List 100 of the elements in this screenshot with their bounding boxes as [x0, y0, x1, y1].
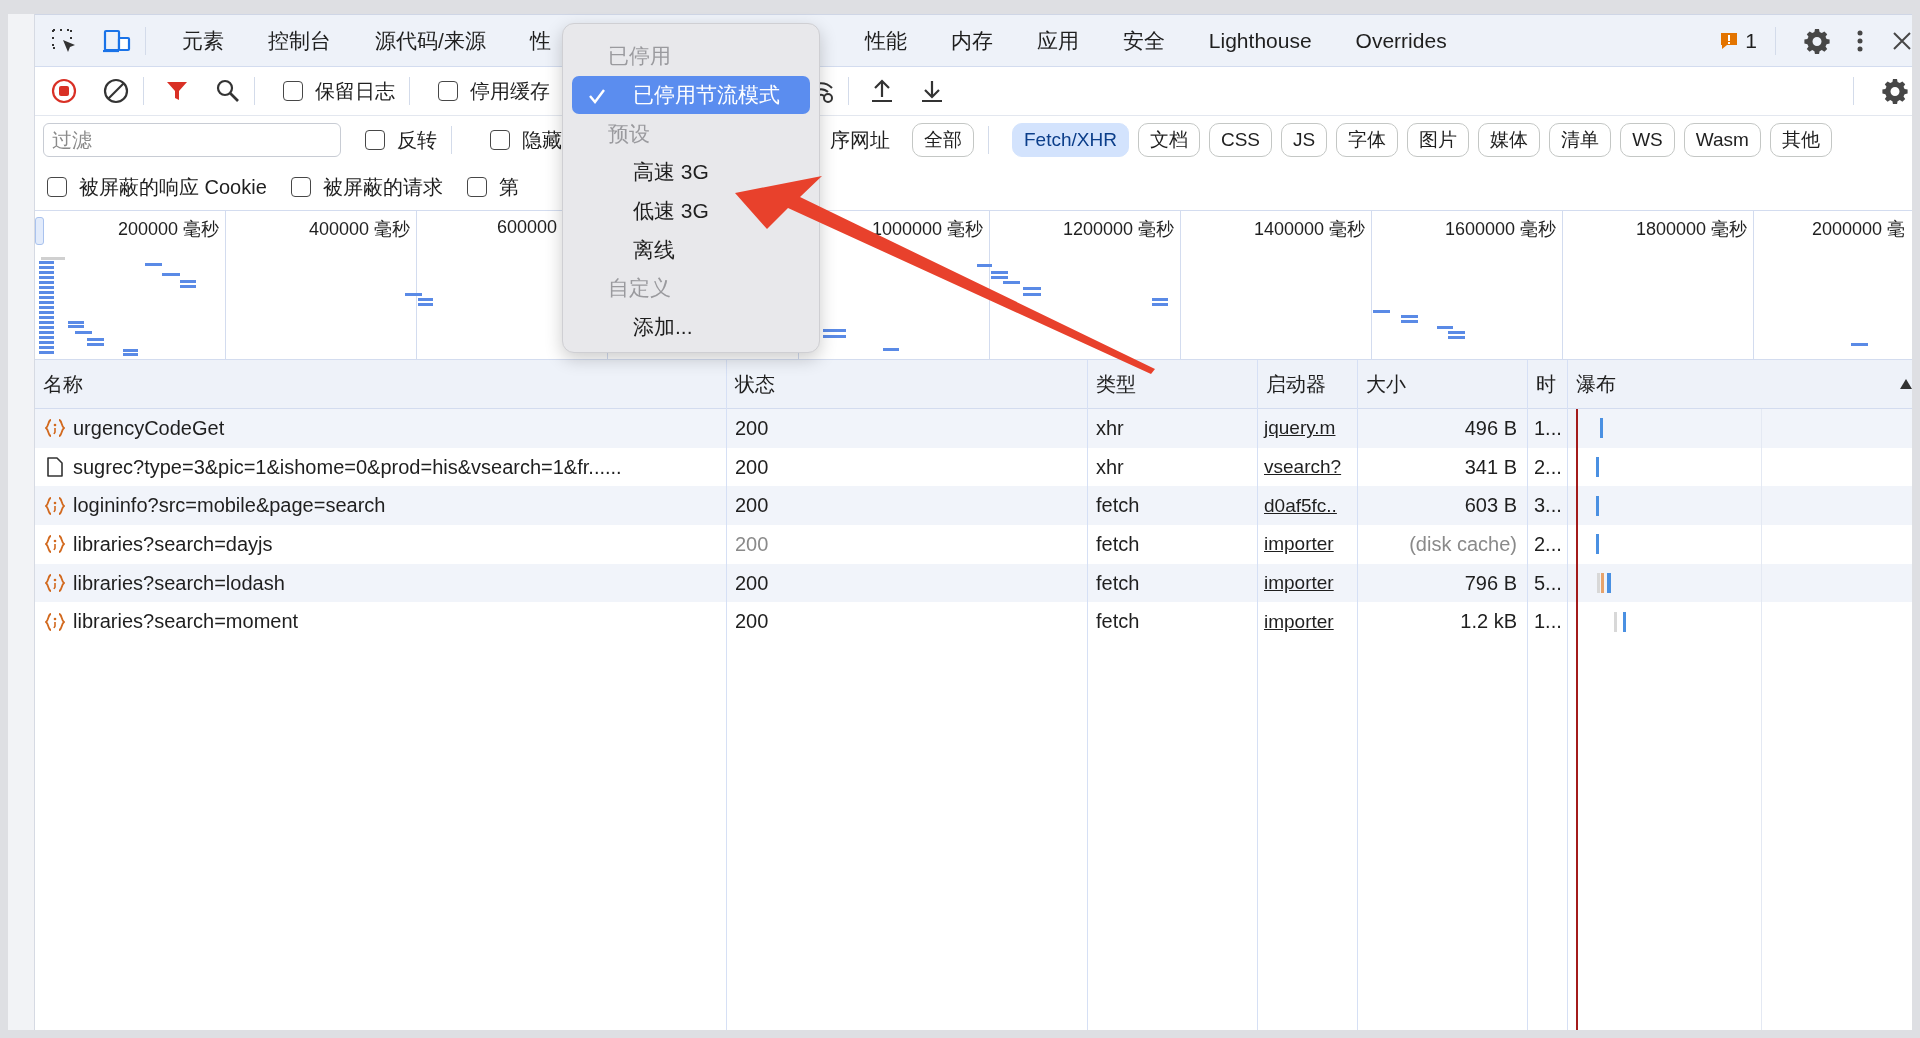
resource-type-filter[interactable]: 媒体	[1478, 123, 1541, 157]
menu-item[interactable]: 添加...	[572, 307, 810, 347]
request-name[interactable]: libraries?search=lodash	[73, 571, 285, 595]
menu-section-header: 已停用	[607, 43, 672, 70]
resource-type-filter[interactable]: 图片	[1407, 123, 1470, 157]
request-type: fetch	[1096, 532, 1140, 556]
checkbox[interactable]	[438, 81, 458, 101]
menu-item[interactable]: 离线	[572, 230, 810, 270]
time-tick-label: 1400000 毫秒	[1253, 218, 1365, 239]
braces-icon	[45, 534, 65, 555]
initiator-link[interactable]: vsearch?	[1264, 456, 1342, 479]
panel-tab[interactable]: 性能	[842, 15, 929, 66]
column-header[interactable]: 名称	[43, 370, 83, 398]
resource-type-filter[interactable]: 字体	[1336, 123, 1399, 157]
checkbox[interactable]	[365, 130, 385, 150]
checkbox-label: 停用缓存	[470, 78, 550, 104]
stop-recording-icon[interactable]	[51, 78, 77, 104]
request-time: 2...	[1534, 455, 1562, 479]
resource-type-filter[interactable]: CSS	[1208, 123, 1272, 157]
resource-type-filter[interactable]: JS	[1281, 123, 1328, 157]
status-code: 200	[735, 416, 769, 440]
panel-tab[interactable]: 应用	[1014, 15, 1101, 66]
request-name[interactable]: libraries?search=dayjs	[73, 532, 273, 556]
resource-type-filter[interactable]: WS	[1620, 123, 1675, 157]
waterfall-bar-drawing	[1596, 534, 1599, 555]
request-type: fetch	[1096, 610, 1140, 634]
time-tick-label: 1600000 毫秒	[1444, 218, 1556, 239]
sort-icon[interactable]	[1900, 379, 1912, 389]
checkmark-icon	[588, 87, 606, 104]
column-header[interactable]: 状态	[735, 370, 775, 398]
device-toolbar-icon[interactable]	[103, 28, 131, 53]
download-icon[interactable]	[921, 79, 943, 103]
column-header[interactable]: 类型	[1096, 370, 1136, 398]
checkbox[interactable]	[490, 130, 510, 150]
initiator-link[interactable]: importer	[1264, 610, 1334, 633]
time-tick-label: 400000 毫秒	[308, 218, 410, 239]
braces-icon	[45, 495, 65, 516]
resource-type-filter[interactable]: Fetch/XHR	[1012, 123, 1129, 157]
waterfall-bar-drawing	[1597, 573, 1611, 594]
request-name[interactable]: urgencyCodeGet	[73, 416, 225, 440]
request-type: fetch	[1096, 571, 1140, 595]
resource-type-filter[interactable]: 其他	[1769, 123, 1832, 157]
filter-icon[interactable]	[166, 80, 188, 102]
request-time: 5...	[1534, 571, 1562, 595]
time-tick-label: 200000 毫秒	[117, 218, 219, 239]
resource-type-filter[interactable]: Wasm	[1683, 123, 1761, 157]
menu-section-header: 预设	[607, 120, 651, 147]
status-code: 200	[735, 610, 769, 634]
panel-tab[interactable]: 源代码/来源	[353, 15, 508, 66]
more-options-icon[interactable]	[1856, 28, 1864, 53]
request-size: 796 B	[1464, 571, 1517, 595]
resource-type-filter[interactable]: 全部	[912, 123, 974, 157]
request-time: 1...	[1534, 610, 1562, 634]
checkbox[interactable]	[290, 177, 311, 197]
panel-tab[interactable]: Overrides	[1333, 15, 1469, 66]
search-icon[interactable]	[216, 79, 240, 103]
request-name[interactable]: libraries?search=moment	[73, 610, 299, 634]
initiator-link[interactable]: importer	[1264, 533, 1334, 556]
braces-icon	[45, 611, 65, 632]
time-tick-label: 2000000 毫	[1812, 218, 1906, 239]
clear-icon[interactable]	[103, 78, 129, 104]
settings-icon[interactable]	[1882, 78, 1908, 104]
checkbox[interactable]	[47, 177, 67, 197]
checkbox-label: 被屏蔽的请求	[322, 174, 443, 200]
filter-field[interactable]: 过滤	[43, 123, 341, 157]
request-size: (disk cache)	[1409, 532, 1517, 556]
menu-item[interactable]: 低速 3G	[572, 191, 810, 231]
request-size: 1.2 kB	[1460, 610, 1517, 634]
settings-icon[interactable]	[1804, 27, 1830, 54]
column-header[interactable]: 瀑布	[1576, 370, 1616, 398]
inspect-icon[interactable]	[51, 27, 77, 54]
resource-type-filter[interactable]: 文档	[1137, 123, 1200, 157]
panel-tab[interactable]: 元素	[160, 15, 246, 66]
panel-tab[interactable]: Lighthouse	[1186, 15, 1334, 66]
checkbox-label: 保留日志	[315, 78, 395, 104]
issues-counter[interactable]: 1	[1715, 28, 1761, 53]
menu-item[interactable]: 高速 3G	[572, 153, 810, 192]
request-name[interactable]: sugrec?type=3&pic=1&ishome=0&prod=his&vsearch=1&fr......	[73, 455, 622, 479]
close-icon[interactable]	[1892, 30, 1912, 51]
request-type: fetch	[1096, 494, 1140, 518]
column-header[interactable]: 大小	[1366, 370, 1406, 398]
warning-icon	[1719, 30, 1740, 51]
checkbox-label: 反转	[397, 127, 437, 153]
panel-tab[interactable]: 控制台	[246, 15, 353, 66]
request-time: 1...	[1534, 416, 1562, 440]
checkbox[interactable]	[466, 177, 487, 197]
checkbox-label: 被屏蔽的响应 Cookie	[79, 174, 267, 200]
checkbox-label: 第	[498, 174, 519, 200]
menu-section-header: 自定义	[607, 275, 672, 302]
resource-type-filter[interactable]: 清单	[1549, 123, 1612, 157]
checkbox[interactable]	[283, 81, 303, 101]
request-time: 3...	[1534, 494, 1562, 518]
panel-tab[interactable]: 内存	[928, 15, 1015, 66]
upload-icon[interactable]	[871, 79, 893, 103]
waterfall-bar-drawing	[1614, 611, 1626, 632]
checkbox-label: 序网址	[830, 127, 890, 153]
panel-tab[interactable]: 安全	[1100, 15, 1187, 66]
request-size: 603 B	[1464, 494, 1517, 518]
document-icon	[45, 457, 65, 478]
range-handle[interactable]	[35, 217, 44, 245]
